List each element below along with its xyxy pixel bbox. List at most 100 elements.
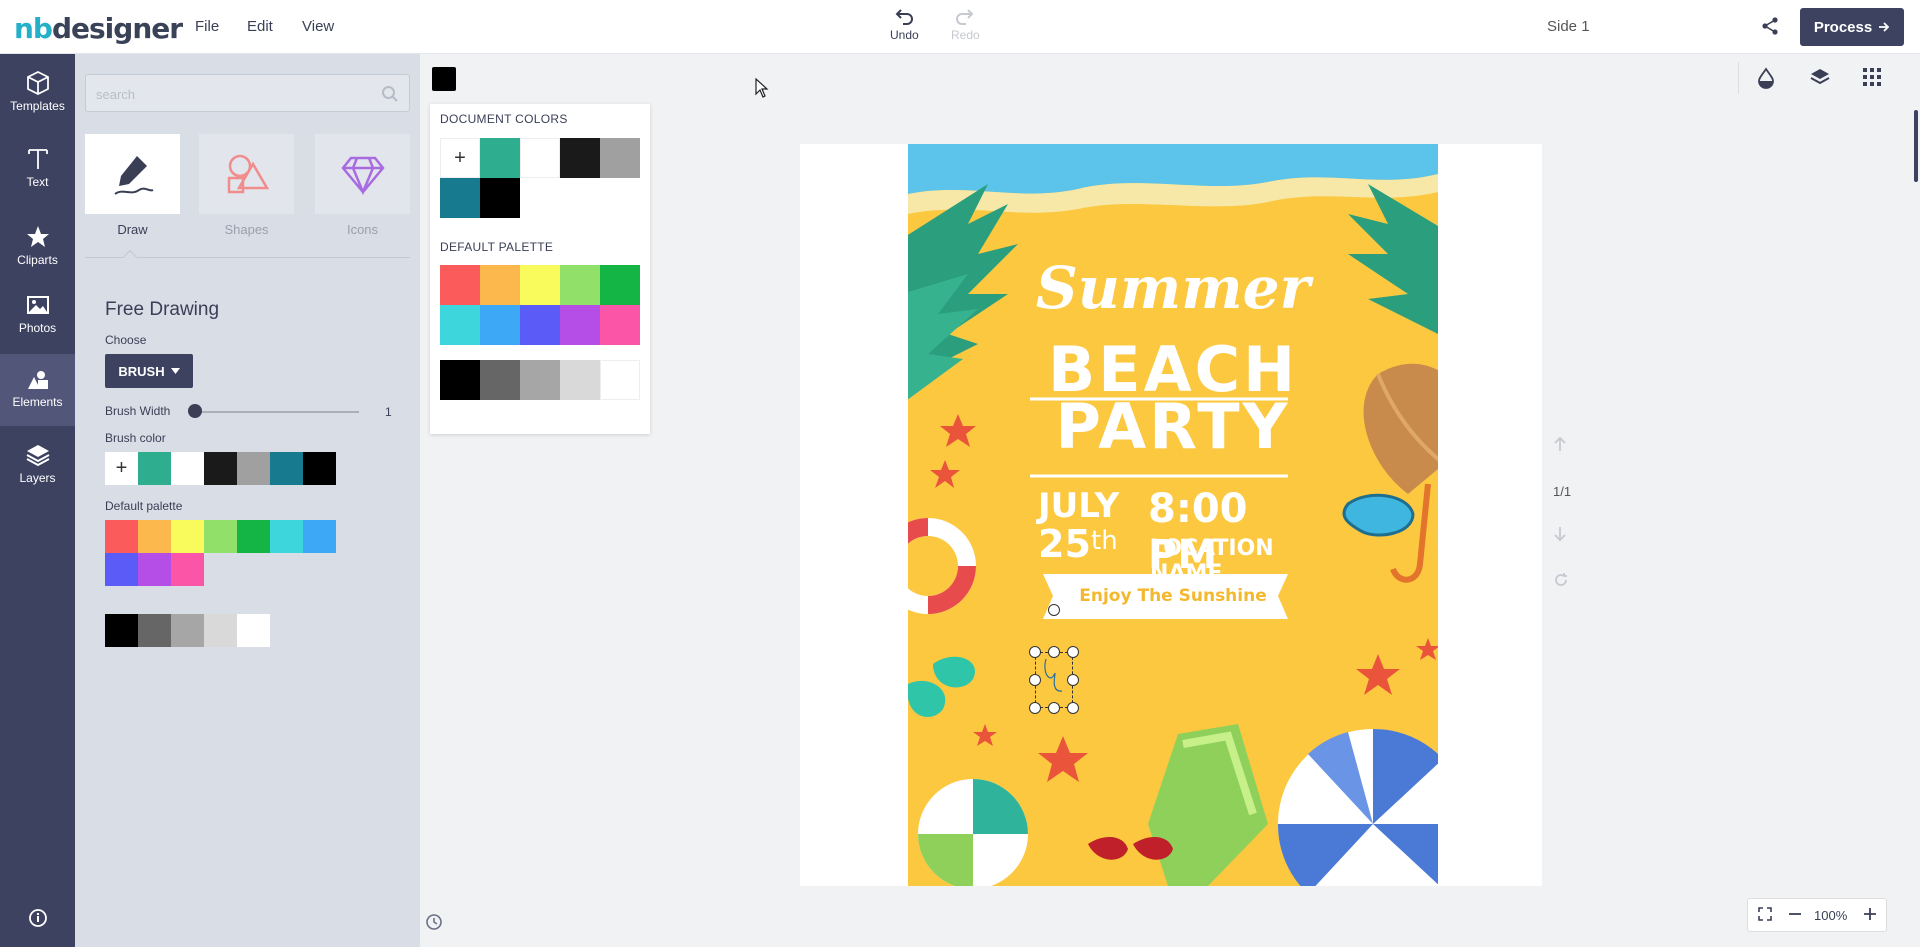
selection-handle[interactable] bbox=[1067, 702, 1079, 714]
palette-color-swatch[interactable] bbox=[303, 520, 336, 553]
popup-gray-swatch[interactable] bbox=[560, 360, 600, 400]
poster-location[interactable]: LOCATION NAME bbox=[1150, 536, 1310, 586]
undo-button[interactable]: Undo bbox=[890, 8, 919, 42]
poster-banner-text[interactable]: Enjoy The Sunshine bbox=[908, 586, 1438, 606]
brush-color-swatch[interactable] bbox=[138, 452, 171, 485]
palette-color-swatch[interactable] bbox=[105, 553, 138, 586]
palette-color-swatch[interactable] bbox=[138, 520, 171, 553]
gray-color-swatch[interactable] bbox=[105, 614, 138, 647]
brush-color-swatch[interactable] bbox=[204, 452, 237, 485]
tile-draw[interactable] bbox=[85, 134, 180, 214]
selection-handle[interactable] bbox=[1029, 702, 1041, 714]
selection-handle[interactable] bbox=[1029, 674, 1041, 686]
palette-color-swatch[interactable] bbox=[270, 520, 303, 553]
document-color-swatch[interactable] bbox=[440, 178, 480, 218]
popup-palette-swatch[interactable] bbox=[600, 265, 640, 305]
selection-handle[interactable] bbox=[1048, 646, 1060, 658]
nav-text[interactable]: Text bbox=[0, 142, 75, 204]
page-down-button[interactable] bbox=[1553, 526, 1567, 545]
popup-gray-swatch[interactable] bbox=[600, 360, 640, 400]
canvas-scrollbar[interactable] bbox=[1914, 110, 1918, 182]
brush-color-swatch[interactable] bbox=[237, 452, 270, 485]
poster-month[interactable]: JULY bbox=[1038, 486, 1138, 526]
process-button[interactable]: Process bbox=[1800, 8, 1904, 46]
selection-handle[interactable] bbox=[1029, 646, 1041, 658]
popup-palette-swatch[interactable] bbox=[600, 305, 640, 345]
brush-width-label: Brush Width bbox=[105, 404, 171, 418]
nav-cliparts[interactable]: Cliparts bbox=[0, 220, 75, 282]
add-color-button[interactable]: + bbox=[105, 452, 138, 485]
document-color-swatch[interactable] bbox=[560, 138, 600, 178]
tile-icons[interactable] bbox=[315, 134, 410, 214]
history-button[interactable] bbox=[425, 913, 443, 936]
popup-palette-swatch[interactable] bbox=[480, 305, 520, 345]
zoom-out-button[interactable] bbox=[1788, 907, 1802, 924]
document-color-swatch[interactable] bbox=[600, 138, 640, 178]
menu-edit[interactable]: Edit bbox=[247, 18, 273, 35]
zoom-in-button[interactable] bbox=[1863, 907, 1877, 924]
palette-color-swatch[interactable] bbox=[138, 553, 171, 586]
document-color-swatch[interactable] bbox=[480, 178, 520, 218]
search-input[interactable]: search bbox=[85, 74, 410, 112]
popup-palette-swatch[interactable] bbox=[440, 305, 480, 345]
brush-color-swatch[interactable] bbox=[171, 452, 204, 485]
palette-color-swatch[interactable] bbox=[171, 520, 204, 553]
fill-color-swatch[interactable] bbox=[432, 67, 456, 91]
info-button[interactable] bbox=[0, 908, 75, 938]
side-label[interactable]: Side 1 bbox=[1547, 18, 1590, 35]
palette-color-swatch[interactable] bbox=[105, 520, 138, 553]
tile-shapes[interactable] bbox=[199, 134, 294, 214]
document-color-swatch[interactable] bbox=[520, 138, 560, 178]
pen-draw-icon bbox=[113, 156, 153, 195]
brush-color-swatch[interactable] bbox=[270, 452, 303, 485]
page-refresh-button[interactable] bbox=[1553, 572, 1569, 591]
selection-handle[interactable] bbox=[1067, 646, 1079, 658]
brush-width-slider[interactable] bbox=[194, 411, 359, 413]
brush-dropdown[interactable]: BRUSH bbox=[105, 354, 193, 388]
default-palette-label: Default palette bbox=[105, 499, 183, 513]
brush-width-handle[interactable] bbox=[188, 404, 202, 418]
gray-color-swatch[interactable] bbox=[171, 614, 204, 647]
page-up-button[interactable] bbox=[1553, 436, 1567, 455]
poster-title-party[interactable]: PARTY bbox=[908, 396, 1438, 458]
gray-color-swatch[interactable] bbox=[204, 614, 237, 647]
redo-button[interactable]: Redo bbox=[951, 8, 980, 42]
popup-palette-swatch[interactable] bbox=[440, 265, 480, 305]
fullscreen-button[interactable] bbox=[1758, 907, 1772, 924]
nav-layers[interactable]: Layers bbox=[0, 438, 75, 500]
opacity-button[interactable] bbox=[1756, 67, 1776, 94]
beach-party-poster[interactable]: Summer BEACH PARTY JULY 25 th 8:00 PM LO… bbox=[908, 144, 1438, 886]
popup-palette-swatch[interactable] bbox=[560, 265, 600, 305]
poster-day[interactable]: 25 bbox=[1038, 522, 1091, 566]
nav-elements[interactable]: Elements bbox=[0, 354, 75, 426]
app-logo[interactable]: nbdesigner bbox=[14, 12, 183, 45]
popup-palette-swatch[interactable] bbox=[520, 265, 560, 305]
popup-palette-swatch[interactable] bbox=[520, 305, 560, 345]
selection-handle[interactable] bbox=[1048, 702, 1060, 714]
brush-color-swatch[interactable] bbox=[303, 452, 336, 485]
popup-gray-swatch[interactable] bbox=[440, 360, 480, 400]
popup-add-color-button[interactable]: + bbox=[440, 138, 480, 178]
poster-title-summer[interactable]: Summer bbox=[908, 254, 1438, 322]
menu-file[interactable]: File bbox=[195, 18, 219, 35]
nav-photos[interactable]: Photos bbox=[0, 288, 75, 350]
popup-gray-swatch[interactable] bbox=[480, 360, 520, 400]
document-color-swatch[interactable] bbox=[480, 138, 520, 178]
top-bar: nbdesigner File Edit View Undo Redo Side… bbox=[0, 0, 1920, 54]
palette-color-swatch[interactable] bbox=[237, 520, 270, 553]
grid-button[interactable] bbox=[1862, 67, 1882, 92]
popup-palette-swatch[interactable] bbox=[480, 265, 520, 305]
palette-color-swatch[interactable] bbox=[204, 520, 237, 553]
palette-color-swatch[interactable] bbox=[171, 553, 204, 586]
gray-color-swatch[interactable] bbox=[237, 614, 270, 647]
poster-day-suffix[interactable]: th bbox=[1091, 526, 1131, 556]
menu-view[interactable]: View bbox=[302, 18, 334, 35]
share-button[interactable] bbox=[1760, 16, 1780, 41]
selection-handle[interactable] bbox=[1067, 674, 1079, 686]
rotate-handle[interactable] bbox=[1048, 604, 1060, 616]
nav-templates[interactable]: Templates bbox=[0, 66, 75, 128]
popup-gray-swatch[interactable] bbox=[520, 360, 560, 400]
layers-order-button[interactable] bbox=[1810, 67, 1830, 94]
gray-color-swatch[interactable] bbox=[138, 614, 171, 647]
popup-palette-swatch[interactable] bbox=[560, 305, 600, 345]
